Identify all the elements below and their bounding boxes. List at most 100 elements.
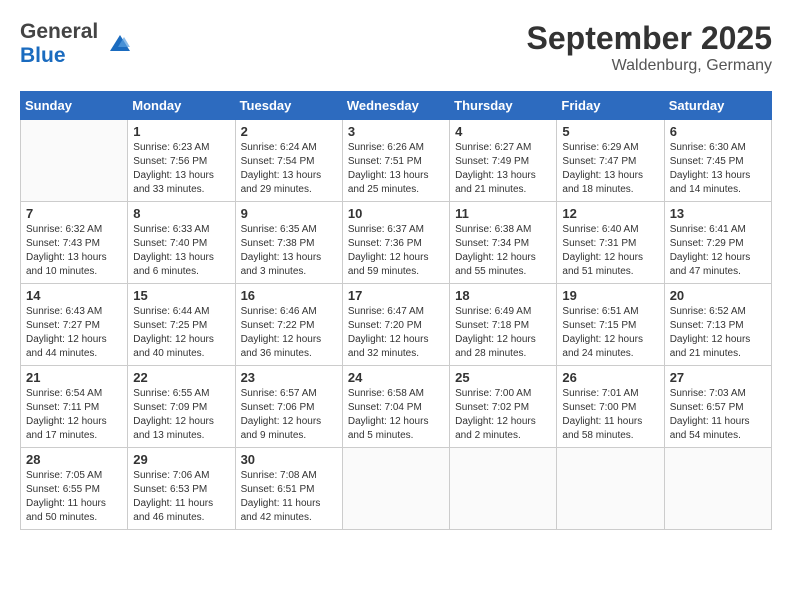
day-number: 28 [26,452,122,467]
day-info: Sunrise: 6:52 AMSunset: 7:13 PMDaylight:… [670,305,766,361]
calendar-cell: 25Sunrise: 7:00 AMSunset: 7:02 PMDayligh… [450,366,557,448]
calendar-cell: 8 Sunrise: 6:33 AMSunset: 7:40 PMDaylight… [128,202,235,284]
calendar-week-row: 1 Sunrise: 6:23 AMSunset: 7:56 PMDaylight… [21,120,772,202]
calendar-cell [342,448,449,530]
day-number: 29 [133,452,229,467]
calendar-cell: 9 Sunrise: 6:35 AMSunset: 7:38 PMDaylight… [235,202,342,284]
day-number: 19 [562,288,658,303]
calendar-cell: 29 Sunrise: 7:06 AMSunset: 6:53 PMDayligh… [128,448,235,530]
calendar-cell: 7Sunrise: 6:32 AMSunset: 7:43 PMDaylight… [21,202,128,284]
day-number: 2 [241,124,337,139]
day-number: 8 [133,206,229,221]
weekday-header: Thursday [450,92,557,120]
day-info: Sunrise: 7:01 AMSunset: 7:00 PMDaylight:… [562,387,658,443]
logo-blue: Blue [20,44,98,68]
calendar-table: SundayMondayTuesdayWednesdayThursdayFrid… [20,91,772,530]
day-info: Sunrise: 6:55 AMSunset: 7:09 PMDaylight:… [133,387,229,443]
calendar-cell: 4 Sunrise: 6:27 AMSunset: 7:49 PMDaylight… [450,120,557,202]
day-number: 17 [348,288,444,303]
day-number: 25 [455,370,551,385]
calendar-cell: 27 Sunrise: 7:03 AMSunset: 6:57 PMDayligh… [664,366,771,448]
day-info: Sunrise: 6:40 AMSunset: 7:31 PMDaylight:… [562,223,658,279]
day-info: Sunrise: 7:06 AMSunset: 6:53 PMDaylight:… [133,469,229,525]
calendar-cell [664,448,771,530]
day-info: Sunrise: 6:58 AMSunset: 7:04 PMDaylight:… [348,387,444,443]
day-number: 27 [670,370,766,385]
calendar-cell: 19 Sunrise: 6:51 AMSunset: 7:15 PMDayligh… [557,284,664,366]
calendar-cell: 12 Sunrise: 6:40 AMSunset: 7:31 PMDayligh… [557,202,664,284]
weekday-header: Wednesday [342,92,449,120]
calendar-cell: 24 Sunrise: 6:58 AMSunset: 7:04 PMDayligh… [342,366,449,448]
day-info: Sunrise: 6:46 AMSunset: 7:22 PMDaylight:… [241,305,337,361]
day-number: 3 [348,124,444,139]
day-info: Sunrise: 6:33 AMSunset: 7:40 PMDaylight:… [133,223,229,279]
calendar-cell: 5 Sunrise: 6:29 AMSunset: 7:47 PMDaylight… [557,120,664,202]
calendar-week-row: 7Sunrise: 6:32 AMSunset: 7:43 PMDaylight… [21,202,772,284]
day-number: 6 [670,124,766,139]
calendar-cell [450,448,557,530]
calendar-header-row: SundayMondayTuesdayWednesdayThursdayFrid… [21,92,772,120]
calendar-cell: 26 Sunrise: 7:01 AMSunset: 7:00 PMDayligh… [557,366,664,448]
day-number: 20 [670,288,766,303]
day-number: 14 [26,288,122,303]
weekday-header: Saturday [664,92,771,120]
day-info: Sunrise: 6:44 AMSunset: 7:25 PMDaylight:… [133,305,229,361]
calendar-cell: 18 Sunrise: 6:49 AMSunset: 7:18 PMDayligh… [450,284,557,366]
day-info: Sunrise: 6:41 AMSunset: 7:29 PMDaylight:… [670,223,766,279]
calendar-cell [21,120,128,202]
day-number: 16 [241,288,337,303]
day-number: 26 [562,370,658,385]
day-number: 13 [670,206,766,221]
day-number: 12 [562,206,658,221]
day-number: 23 [241,370,337,385]
day-info: Sunrise: 6:49 AMSunset: 7:18 PMDaylight:… [455,305,551,361]
calendar-cell: 3 Sunrise: 6:26 AMSunset: 7:51 PMDaylight… [342,120,449,202]
page-header: General Blue September 2025 Waldenburg, … [20,20,772,75]
calendar-cell: 14Sunrise: 6:43 AMSunset: 7:27 PMDayligh… [21,284,128,366]
day-info: Sunrise: 6:37 AMSunset: 7:36 PMDaylight:… [348,223,444,279]
location: Waldenburg, Germany [527,57,772,75]
day-info: Sunrise: 6:32 AMSunset: 7:43 PMDaylight:… [26,223,122,279]
logo: General Blue [20,20,134,68]
day-info: Sunrise: 6:26 AMSunset: 7:51 PMDaylight:… [348,141,444,197]
day-info: Sunrise: 6:27 AMSunset: 7:49 PMDaylight:… [455,141,551,197]
calendar-cell: 28Sunrise: 7:05 AMSunset: 6:55 PMDayligh… [21,448,128,530]
day-info: Sunrise: 6:30 AMSunset: 7:45 PMDaylight:… [670,141,766,197]
calendar-cell: 20 Sunrise: 6:52 AMSunset: 7:13 PMDayligh… [664,284,771,366]
day-number: 22 [133,370,229,385]
day-info: Sunrise: 6:35 AMSunset: 7:38 PMDaylight:… [241,223,337,279]
day-info: Sunrise: 6:51 AMSunset: 7:15 PMDaylight:… [562,305,658,361]
day-number: 4 [455,124,551,139]
logo-general: General [20,20,98,44]
day-number: 1 [133,124,229,139]
day-info: Sunrise: 6:24 AMSunset: 7:54 PMDaylight:… [241,141,337,197]
weekday-header: Friday [557,92,664,120]
day-number: 18 [455,288,551,303]
day-number: 21 [26,370,122,385]
calendar-week-row: 14Sunrise: 6:43 AMSunset: 7:27 PMDayligh… [21,284,772,366]
calendar-week-row: 21Sunrise: 6:54 AMSunset: 7:11 PMDayligh… [21,366,772,448]
calendar-cell: 16 Sunrise: 6:46 AMSunset: 7:22 PMDayligh… [235,284,342,366]
title-block: September 2025 Waldenburg, Germany [527,20,772,75]
day-info: Sunrise: 6:23 AMSunset: 7:56 PMDaylight:… [133,141,229,197]
calendar-cell: 6 Sunrise: 6:30 AMSunset: 7:45 PMDaylight… [664,120,771,202]
day-info: Sunrise: 6:47 AMSunset: 7:20 PMDaylight:… [348,305,444,361]
calendar-cell: 30Sunrise: 7:08 AMSunset: 6:51 PMDayligh… [235,448,342,530]
calendar-cell: 11 Sunrise: 6:38 AMSunset: 7:34 PMDayligh… [450,202,557,284]
day-number: 5 [562,124,658,139]
day-info: Sunrise: 6:57 AMSunset: 7:06 PMDaylight:… [241,387,337,443]
day-number: 30 [241,452,337,467]
day-info: Sunrise: 6:38 AMSunset: 7:34 PMDaylight:… [455,223,551,279]
calendar-cell [557,448,664,530]
month-title: September 2025 [527,20,772,57]
calendar-cell: 15 Sunrise: 6:44 AMSunset: 7:25 PMDayligh… [128,284,235,366]
day-number: 11 [455,206,551,221]
calendar-cell: 10Sunrise: 6:37 AMSunset: 7:36 PMDayligh… [342,202,449,284]
weekday-header: Monday [128,92,235,120]
day-number: 15 [133,288,229,303]
day-number: 24 [348,370,444,385]
day-number: 9 [241,206,337,221]
day-info: Sunrise: 7:03 AMSunset: 6:57 PMDaylight:… [670,387,766,443]
day-info: Sunrise: 6:29 AMSunset: 7:47 PMDaylight:… [562,141,658,197]
weekday-header: Tuesday [235,92,342,120]
